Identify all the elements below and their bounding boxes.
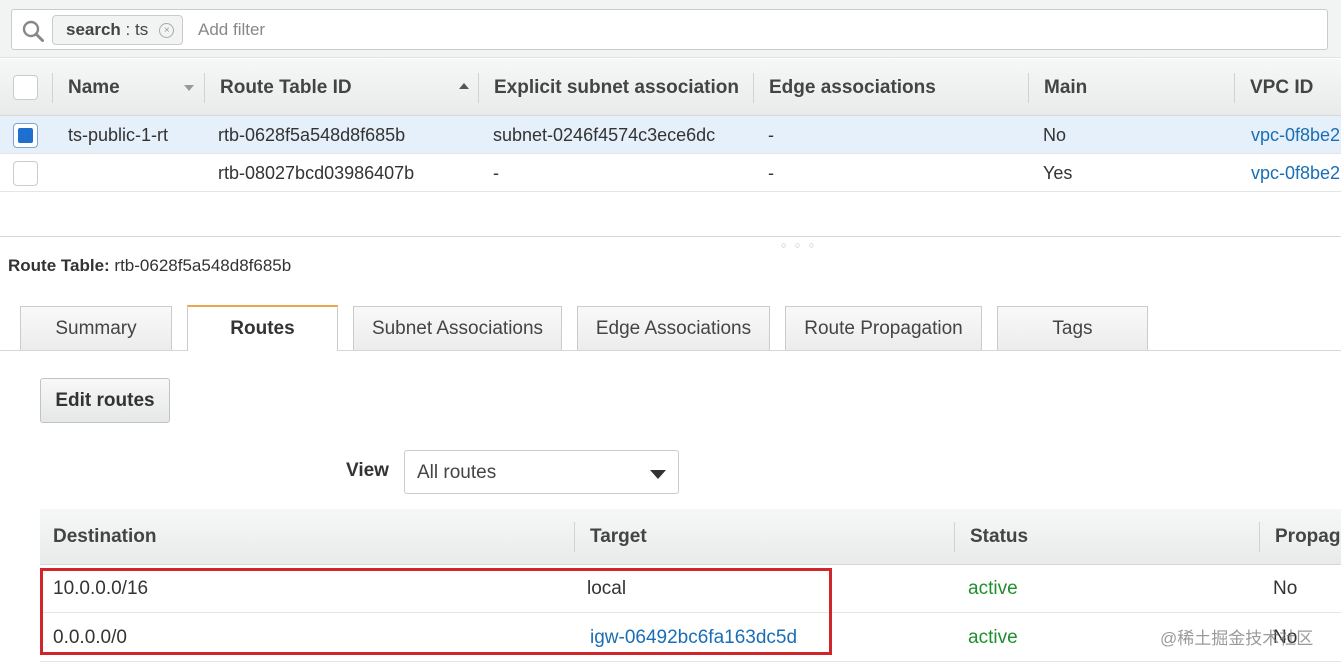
remove-filter-icon[interactable]: ×: [159, 23, 175, 38]
route-row: 0.0.0.0/0 igw-06492bc6fa163dc5d active N…: [40, 614, 1341, 662]
edit-routes-button[interactable]: Edit routes: [40, 378, 170, 423]
tab-routes[interactable]: Routes: [187, 305, 338, 351]
column-header-destination[interactable]: Destination: [53, 509, 156, 565]
cell-main: No: [1043, 125, 1067, 145]
cell-vpc-id-link[interactable]: vpc-0f8be2: [1251, 154, 1340, 192]
column-divider: [574, 522, 575, 552]
sort-down-icon[interactable]: [184, 85, 194, 91]
pane-splitter[interactable]: [0, 236, 1341, 237]
details-title: Route Table: rtb-0628f5a548d8f685b: [8, 256, 291, 276]
view-select-value: All routes: [417, 462, 497, 483]
tab-route-propagation[interactable]: Route Propagation: [785, 306, 982, 350]
column-divider: [753, 73, 754, 103]
search-box[interactable]: search : ts ×: [11, 9, 1328, 50]
filter-token-separator: :: [120, 20, 135, 39]
cell-status: active: [968, 578, 1018, 599]
caret-down-icon: [650, 470, 666, 479]
routes-table-header: Destination Target Status Propag: [40, 509, 1341, 565]
column-divider: [1234, 73, 1235, 103]
column-header-route-table-id[interactable]: Route Table ID: [220, 59, 450, 116]
filter-bar: search : ts ×: [0, 0, 1341, 58]
column-header-edge-associations[interactable]: Edge associations: [769, 59, 1019, 116]
filter-token-key: search: [66, 20, 121, 39]
cell-subnet-association: -: [493, 163, 499, 183]
column-header-status[interactable]: Status: [970, 509, 1028, 565]
column-header-propagated[interactable]: Propag: [1275, 509, 1340, 565]
table-header: Name Route Table ID Explicit subnet asso…: [0, 59, 1341, 116]
column-divider: [204, 73, 205, 103]
sort-up-icon[interactable]: [459, 83, 469, 89]
column-divider: [1028, 73, 1029, 103]
details-title-label: Route Table:: [8, 256, 110, 275]
cell-main: Yes: [1043, 163, 1073, 183]
column-divider: [954, 522, 955, 552]
watermark: @稀土掘金技术社区: [1160, 629, 1314, 648]
cell-edge-associations: -: [768, 125, 774, 145]
splitter-grip-icon[interactable]: ○ ○ ○: [781, 240, 817, 250]
tab-tags[interactable]: Tags: [997, 306, 1148, 350]
column-header-name[interactable]: Name: [68, 59, 178, 116]
filter-token-value: ts: [135, 20, 149, 39]
table-row[interactable]: rtb-08027bcd03986407b - - Yes vpc-0f8be2: [0, 154, 1341, 192]
cell-destination: 10.0.0.0/16: [53, 578, 149, 599]
cell-subnet-association: subnet-0246f4574c3ece6dc: [493, 125, 716, 145]
tab-subnet-associations[interactable]: Subnet Associations: [353, 306, 562, 350]
tab-edge-associations[interactable]: Edge Associations: [577, 306, 770, 350]
column-divider: [1259, 522, 1260, 552]
view-select[interactable]: All routes: [404, 450, 679, 494]
column-header-vpc-id[interactable]: VPC ID: [1250, 59, 1341, 116]
column-header-main[interactable]: Main: [1044, 59, 1224, 116]
cell-route-table-id: rtb-0628f5a548d8f685b: [218, 125, 406, 145]
details-title-value: rtb-0628f5a548d8f685b: [114, 256, 292, 275]
column-divider: [478, 73, 479, 103]
view-label: View: [346, 460, 389, 481]
cell-route-table-id: rtb-08027bcd03986407b: [218, 163, 415, 183]
select-all-checkbox[interactable]: [13, 75, 38, 100]
cell-propagated: No: [1273, 578, 1298, 599]
column-header-target[interactable]: Target: [590, 509, 647, 565]
cell-target-link[interactable]: igw-06492bc6fa163dc5d: [590, 614, 797, 662]
row-checkbox[interactable]: [13, 161, 38, 186]
route-row: 10.0.0.0/16 local active No: [40, 565, 1341, 613]
cell-target: local: [587, 578, 627, 599]
add-filter-input[interactable]: [198, 16, 798, 44]
column-divider: [52, 73, 53, 103]
cell-name: ts-public-1-rt: [68, 125, 169, 145]
table-row[interactable]: ts-public-1-rt rtb-0628f5a548d8f685b sub…: [0, 116, 1341, 154]
search-icon: [22, 20, 44, 42]
column-header-subnet-association[interactable]: Explicit subnet association: [494, 59, 740, 116]
tab-summary[interactable]: Summary: [20, 306, 172, 350]
row-checkbox[interactable]: [13, 123, 38, 148]
cell-destination: 0.0.0.0/0: [53, 627, 127, 648]
filter-token[interactable]: search : ts ×: [52, 15, 184, 45]
cell-vpc-id-link[interactable]: vpc-0f8be2: [1251, 116, 1340, 154]
cell-status: active: [968, 627, 1018, 648]
cell-edge-associations: -: [768, 163, 774, 183]
